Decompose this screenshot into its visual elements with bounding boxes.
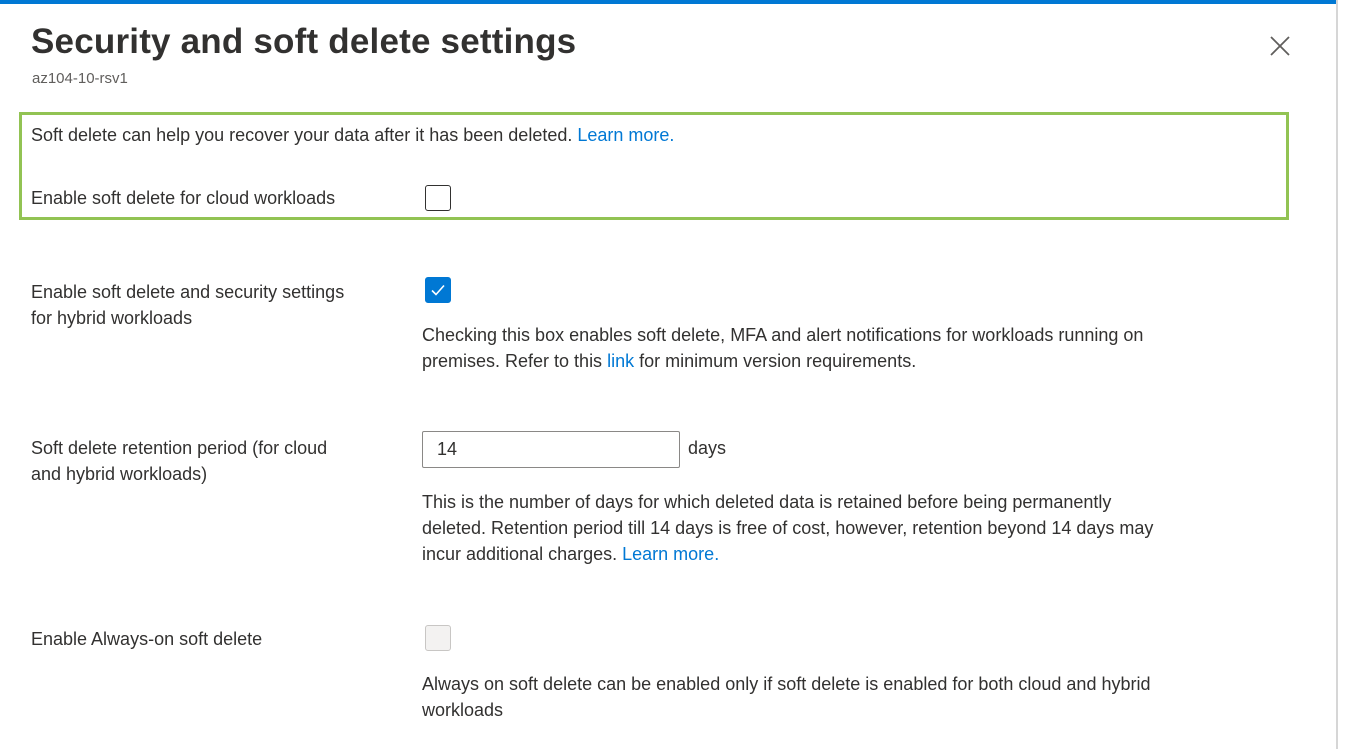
always-on-label: Enable Always-on soft delete bbox=[31, 629, 263, 649]
days-unit-label: days bbox=[688, 438, 727, 458]
page-subtitle: az104-10-rsv1 bbox=[32, 70, 128, 87]
hybrid-soft-delete-label: Enable soft delete and security settings… bbox=[31, 279, 344, 331]
hybrid-desc-line2: premises. Refer to this link for minimum… bbox=[422, 348, 1143, 374]
soft-delete-intro-text: Soft delete can help you recover your da… bbox=[31, 125, 573, 145]
hybrid-desc-post: for minimum version requirements. bbox=[639, 351, 917, 371]
cloud-soft-delete-checkbox[interactable] bbox=[425, 185, 451, 211]
cloud-soft-delete-label: Enable soft delete for cloud workloads bbox=[31, 188, 336, 208]
hybrid-desc-line1: Checking this box enables soft delete, M… bbox=[422, 325, 1144, 345]
retention-desc-pre: incur additional charges. bbox=[422, 544, 618, 564]
soft-delete-intro: Soft delete can help you recover your da… bbox=[31, 122, 674, 148]
retention-desc-line1: This is the number of days for which del… bbox=[422, 492, 1112, 512]
always-on-desc-line1: Always on soft delete can be enabled onl… bbox=[422, 674, 1151, 694]
retention-days-input[interactable] bbox=[422, 431, 680, 468]
always-on-desc-line2: workloads bbox=[422, 700, 504, 720]
close-x-icon bbox=[1270, 36, 1290, 56]
retention-desc-line2: deleted. Retention period till 14 days i… bbox=[422, 518, 1154, 538]
retention-period-label: Soft delete retention period (for cloud … bbox=[31, 435, 327, 487]
learn-more-link-intro[interactable]: Learn more. bbox=[577, 125, 674, 145]
retention-description: This is the number of days for which del… bbox=[422, 489, 1153, 567]
hybrid-soft-delete-checkbox[interactable] bbox=[425, 277, 451, 303]
hybrid-description: Checking this box enables soft delete, M… bbox=[422, 322, 1143, 374]
panel-right-border bbox=[1336, 0, 1338, 749]
retention-label-line1: Soft delete retention period (for cloud bbox=[31, 438, 328, 458]
retention-desc-line3: incur additional charges. Learn more. bbox=[422, 541, 1153, 567]
version-requirements-link[interactable]: link bbox=[607, 351, 634, 371]
settings-panel: Security and soft delete settings az104-… bbox=[0, 4, 1336, 749]
hybrid-desc-pre: premises. Refer to this bbox=[422, 351, 603, 371]
always-on-description: Always on soft delete can be enabled onl… bbox=[422, 671, 1150, 723]
checkmark-icon bbox=[431, 284, 445, 296]
learn-more-link-retention[interactable]: Learn more. bbox=[622, 544, 719, 564]
always-on-checkbox bbox=[425, 625, 451, 651]
page-title: Security and soft delete settings bbox=[31, 22, 577, 61]
hybrid-label-line2: for hybrid workloads bbox=[31, 308, 193, 328]
close-button[interactable] bbox=[1262, 28, 1298, 64]
hybrid-label-line1: Enable soft delete and security settings bbox=[31, 282, 345, 302]
retention-label-line2: and hybrid workloads) bbox=[31, 464, 208, 484]
